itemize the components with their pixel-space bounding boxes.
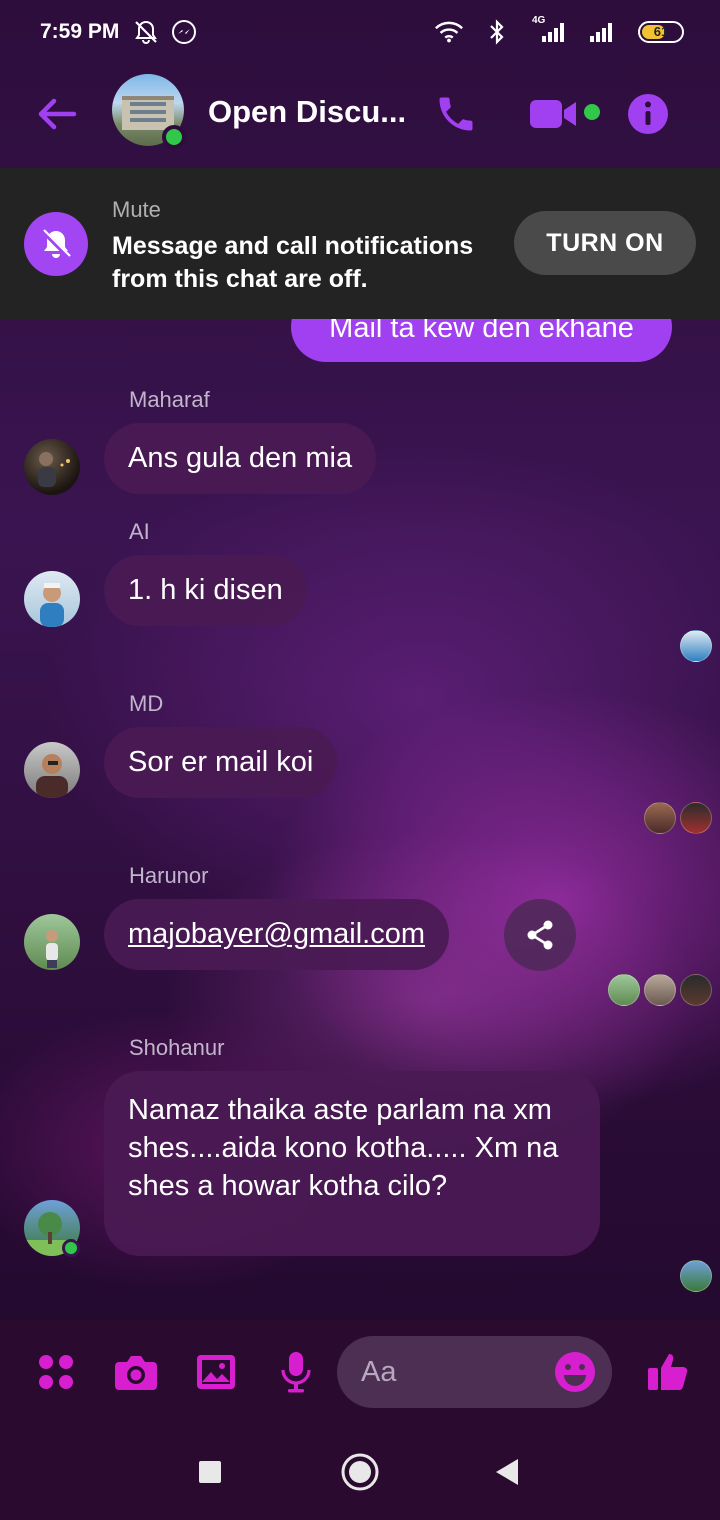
sender-name: Maharaf	[129, 387, 210, 412]
sender-name: AI	[129, 519, 150, 544]
avatar[interactable]	[24, 914, 80, 970]
message-bubble[interactable]: Namaz thaika aste parlam na xm shes....a…	[104, 1071, 600, 1256]
online-indicator	[62, 1239, 80, 1257]
mute-description: Message and call notifications from this…	[112, 232, 474, 293]
avatar[interactable]	[24, 742, 80, 798]
battery-level: 61	[653, 24, 669, 39]
sender-name: MD	[129, 691, 164, 716]
phone-icon[interactable]	[430, 88, 482, 140]
message-bubble[interactable]: 1. h ki disen	[104, 555, 307, 626]
bluetooth-icon	[482, 19, 512, 45]
recents-icon[interactable]	[184, 1446, 236, 1498]
silent-icon	[131, 19, 161, 45]
avatar-windows	[130, 102, 166, 106]
message-composer: Aa	[0, 1320, 720, 1424]
avatar[interactable]	[24, 571, 80, 627]
menu-dots-icon[interactable]	[30, 1346, 82, 1398]
emoji-icon[interactable]	[553, 1350, 597, 1394]
seen-avatar	[644, 802, 676, 834]
chat-title[interactable]: Open Discu...	[208, 94, 408, 130]
network-type-label: 4G	[532, 15, 546, 26]
battery-icon: 61	[638, 21, 684, 43]
email-link-bubble[interactable]: majobayer@gmail.com	[104, 899, 449, 970]
avatar[interactable]	[24, 439, 80, 495]
seen-avatar	[680, 1260, 712, 1292]
info-icon[interactable]	[622, 88, 674, 140]
status-time: 7:59 PM	[40, 20, 120, 43]
system-nav-bar	[0, 1424, 720, 1520]
mute-title: Mute	[112, 197, 161, 222]
back-icon[interactable]	[480, 1446, 532, 1498]
thumbs-up-icon[interactable]	[642, 1346, 694, 1398]
wifi-icon	[434, 19, 464, 45]
share-icon[interactable]	[504, 899, 576, 971]
muted-bell-icon	[24, 212, 88, 276]
seen-avatar	[644, 974, 676, 1006]
video-camera-icon[interactable]	[526, 88, 582, 140]
message-bubble[interactable]: Ans gula den mia	[104, 423, 377, 494]
seen-avatar	[680, 802, 712, 834]
chat-header: Open Discu...	[0, 64, 720, 168]
message-bubble[interactable]: Sor er mail koi	[104, 727, 338, 798]
back-arrow-icon[interactable]	[34, 92, 78, 136]
mute-banner: Mute Message and call notifications from…	[0, 168, 720, 319]
turn-on-button[interactable]: TURN ON	[514, 211, 696, 275]
microphone-icon[interactable]	[270, 1346, 322, 1398]
signal-icon: 4G	[530, 15, 570, 45]
signal-icon-2	[588, 19, 620, 45]
seen-avatar	[680, 630, 712, 662]
seen-avatar	[680, 974, 712, 1006]
camera-icon[interactable]	[110, 1346, 162, 1398]
sender-name: Harunor	[129, 863, 209, 888]
sender-name: Shohanur	[129, 1035, 225, 1060]
home-icon[interactable]	[334, 1446, 386, 1498]
video-online-dot	[584, 104, 600, 120]
messenger-icon	[169, 19, 199, 45]
status-bar: 7:59 PM 4G 61	[0, 0, 720, 64]
seen-avatar	[608, 974, 640, 1006]
online-indicator	[162, 125, 186, 149]
gallery-icon[interactable]	[190, 1346, 242, 1398]
